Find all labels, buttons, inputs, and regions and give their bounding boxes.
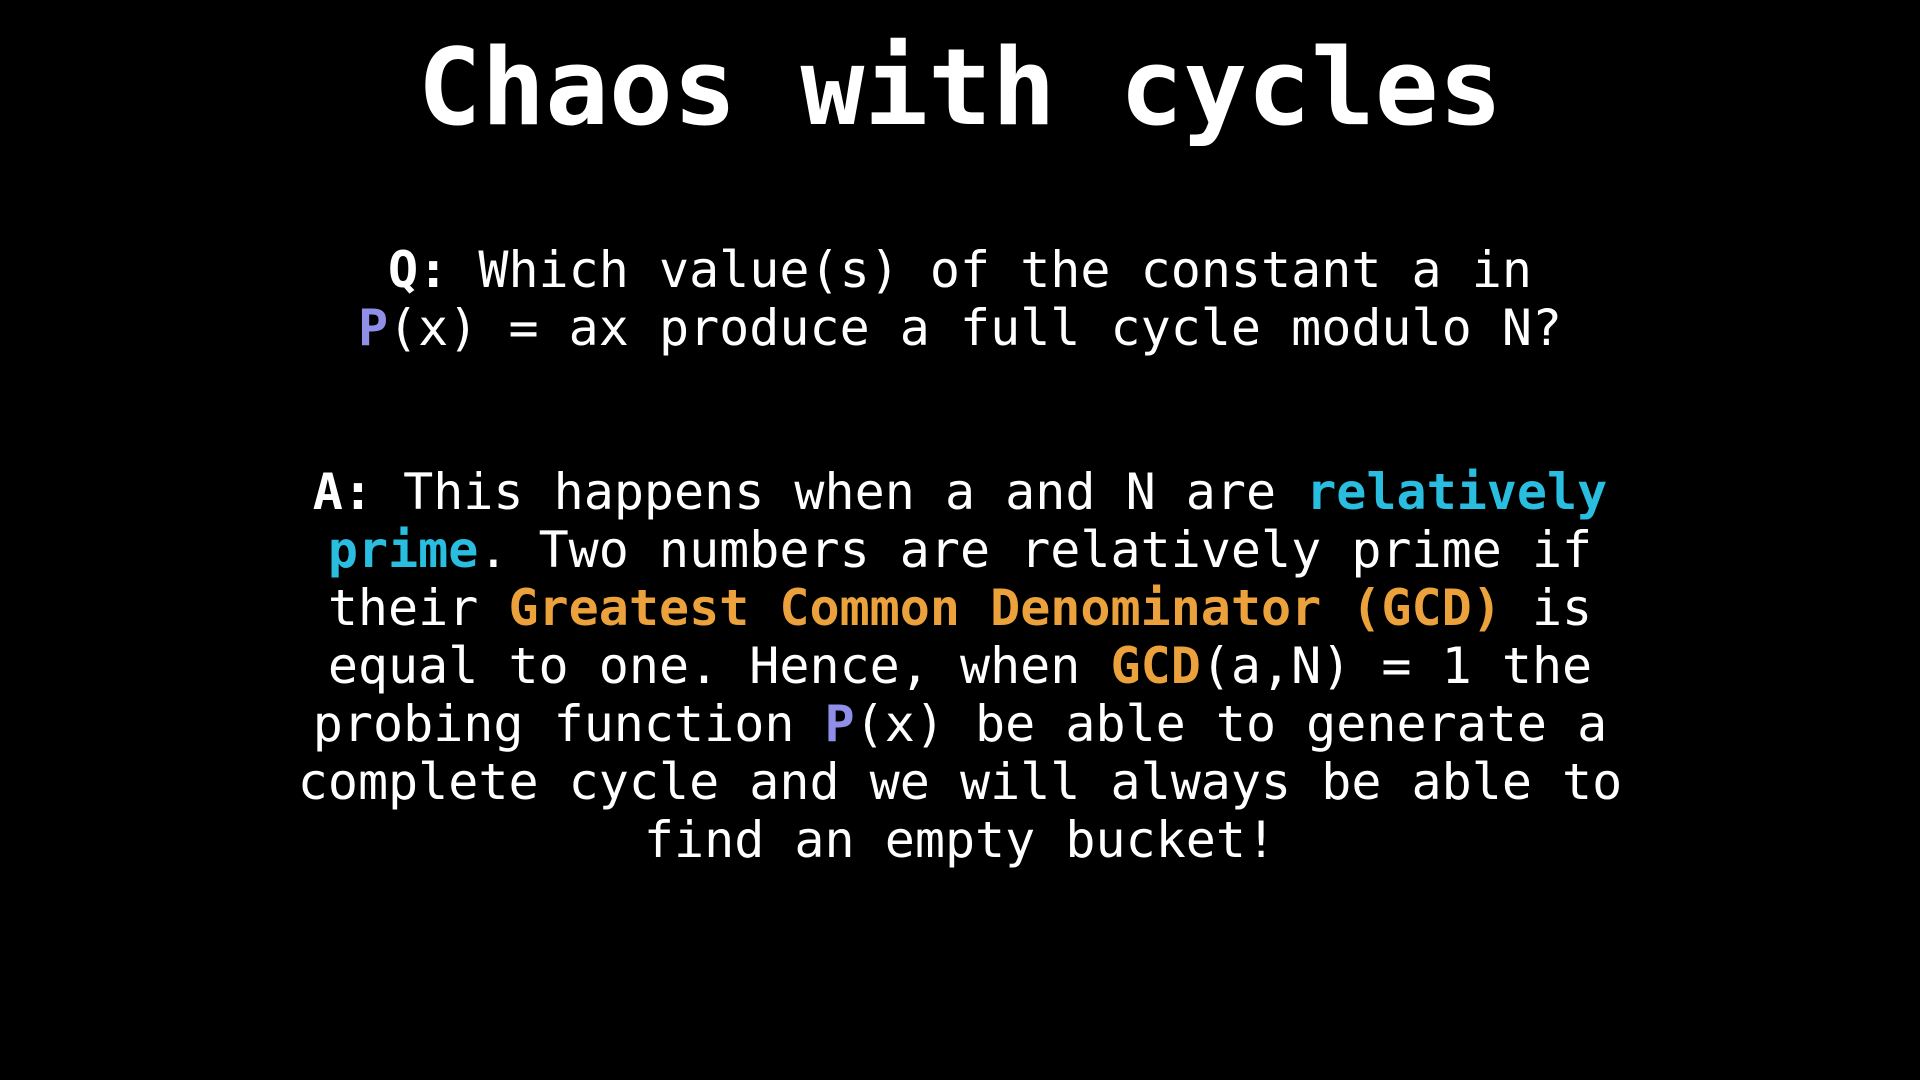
- answer-line-6: complete cycle and we will always be abl…: [297, 753, 1623, 811]
- question-paragraph: Q: Which value(s) of the constant a in P…: [0, 241, 1920, 357]
- gcd-full-highlight: Greatest Common Denominator (GCD): [508, 579, 1502, 637]
- answer-line-5: probing function P(x) be able to generat…: [0, 695, 1920, 753]
- answer-text-3b: is: [1501, 579, 1593, 637]
- slide-title: Chaos with cycles: [417, 26, 1503, 149]
- answer-line-7: find an empty bucket!: [643, 811, 1277, 869]
- gcd-highlight: GCD: [1110, 637, 1201, 695]
- question-text-2: (x) = ax produce a full cycle modulo N?: [388, 299, 1563, 357]
- relatively-prime-highlight-2: prime: [327, 521, 479, 579]
- answer-text-4a: equal to one. Hence, when: [327, 637, 1111, 695]
- answer-label: A:: [312, 463, 373, 521]
- question-text-1: Which value(s) of the constant a in: [448, 241, 1532, 299]
- question-line-2: P(x) = ax produce a full cycle modulo N?: [0, 299, 1920, 357]
- question-line-1: Q: Which value(s) of the constant a in: [0, 241, 1920, 299]
- question-label: Q:: [388, 241, 449, 299]
- answer-line-3: their Greatest Common Denominator (GCD) …: [0, 579, 1920, 637]
- answer-text-5a: probing function: [312, 695, 825, 753]
- answer-text-4b: (a,N) = 1 the: [1200, 637, 1593, 695]
- answer-paragraph: A: This happens when a and N are relativ…: [0, 463, 1920, 869]
- answer-text-5b: (x) be able to generate a: [854, 695, 1608, 753]
- probe-function-name-answer: P: [824, 695, 855, 753]
- answer-line-2: prime. Two numbers are relatively prime …: [0, 521, 1920, 579]
- relatively-prime-highlight-1: relatively: [1306, 463, 1608, 521]
- answer-text-2: . Two numbers are relatively prime if: [478, 521, 1593, 579]
- answer-line-1: A: This happens when a and N are relativ…: [0, 463, 1920, 521]
- answer-text-3a: their: [327, 579, 509, 637]
- slide: Chaos with cycles Q: Which value(s) of t…: [0, 0, 1920, 1080]
- probe-function-name: P: [357, 299, 389, 357]
- answer-text-1: This happens when a and N are: [373, 463, 1307, 521]
- answer-line-4: equal to one. Hence, when GCD(a,N) = 1 t…: [0, 637, 1920, 695]
